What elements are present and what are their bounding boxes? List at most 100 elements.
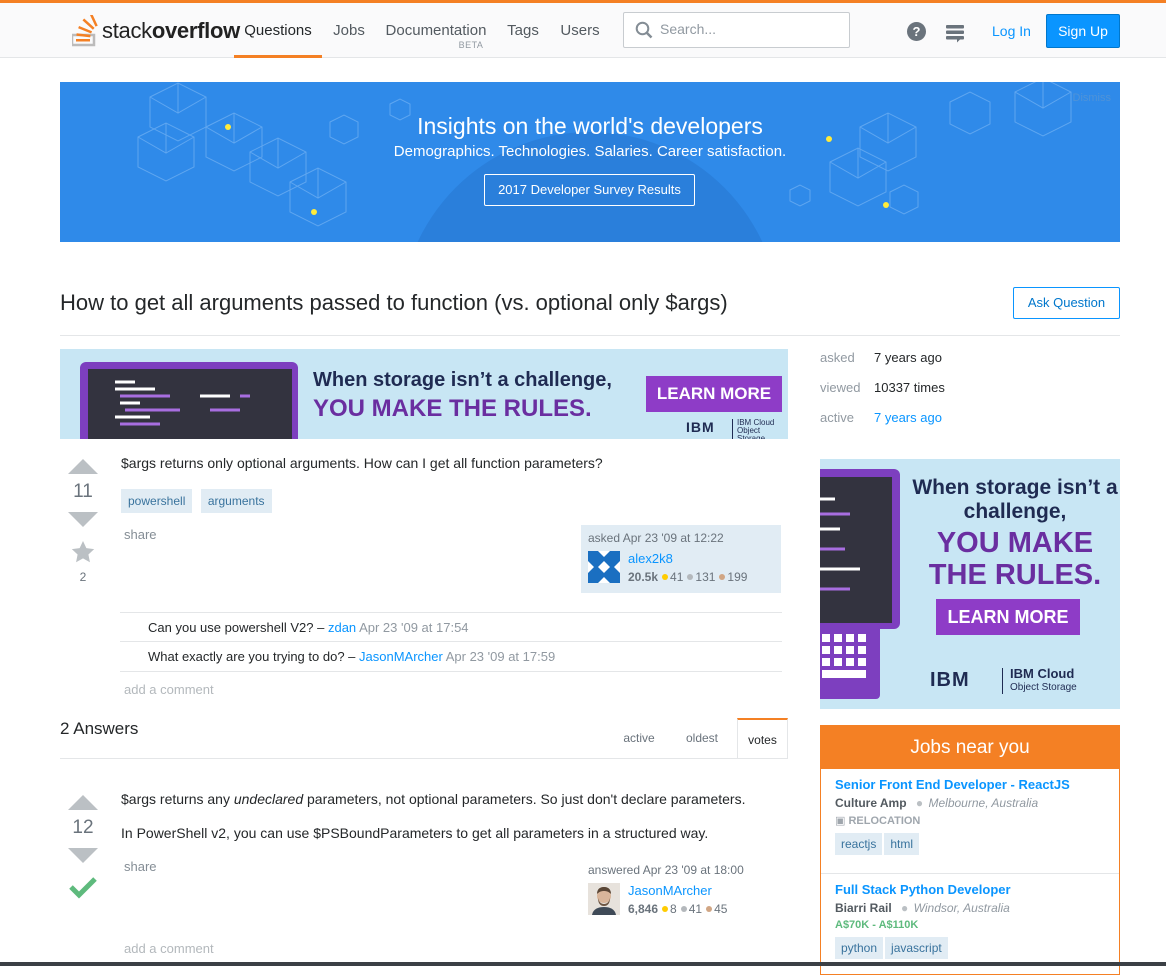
question-vote-cell: 11 2 — [60, 459, 106, 584]
search-icon — [635, 21, 653, 39]
window-bottom-edge — [0, 962, 1166, 966]
help-icon[interactable]: ? — [907, 22, 926, 41]
accepted-checkmark-icon — [69, 877, 97, 899]
question-user-card: asked Apr 23 '09 at 12:22 alex2k8 20.5k 4… — [581, 525, 781, 593]
stat-value: 7 years ago — [874, 350, 942, 365]
user-avatar-alex2k8[interactable] — [588, 551, 620, 583]
ad-headline-emphasis: YOU MAKE THE RULES. — [313, 395, 592, 422]
question-tags: powershell arguments — [121, 489, 276, 513]
stat-label: asked — [820, 350, 855, 365]
ad-learn-more-button[interactable]: LEARN MORE — [936, 599, 1080, 635]
nav-users[interactable]: Users — [550, 3, 610, 58]
ibm-logo: IBM — [686, 419, 715, 435]
job-company: Culture Amp — [835, 796, 907, 810]
survey-results-button[interactable]: 2017 Developer Survey Results — [484, 174, 695, 206]
answer-text-part: $args returns any — [121, 791, 234, 807]
ibm-product-name: IBM Cloud Object Storage — [732, 419, 788, 439]
comment-date: Apr 23 '09 at 17:59 — [445, 649, 556, 664]
job-tag-reactjs[interactable]: reactjs — [835, 833, 883, 855]
dismiss-link[interactable]: Dismiss — [1073, 92, 1112, 104]
ibm-product-line2: Object Storage — [1010, 682, 1077, 693]
ibm-product-line2: Object Storage — [737, 426, 766, 440]
question-share-link[interactable]: share — [124, 527, 157, 542]
stack-logo-icon — [72, 15, 98, 47]
favorite-star-icon[interactable] — [60, 539, 106, 570]
signup-button[interactable]: Sign Up — [1046, 14, 1120, 48]
job-company-row: Biarri Rail ● Windsor, Australia — [835, 901, 1105, 915]
nav-jobs[interactable]: Jobs — [322, 3, 376, 58]
login-link[interactable]: Log In — [992, 23, 1031, 39]
nav-documentation-label: Documentation — [385, 22, 487, 39]
job-tag-html[interactable]: html — [884, 833, 920, 855]
nav-tags-label: Tags — [507, 22, 539, 39]
ibm-sidebar-ad[interactable]: When storage isn’t a challenge, YOU MAKE… — [820, 459, 1120, 709]
top-bar: stackoverflow Questions Jobs Documentati… — [0, 0, 1166, 58]
ad-learn-more-button[interactable]: LEARN MORE — [646, 376, 782, 412]
location-pin-icon: ● — [901, 901, 909, 915]
job-tag-python[interactable]: python — [835, 937, 884, 959]
comment-user-link[interactable]: JasonMArcher — [359, 649, 443, 664]
user-link-jasonmarcher[interactable]: JasonMArcher — [628, 883, 712, 898]
job-title[interactable]: Senior Front End Developer - ReactJS — [835, 777, 1105, 792]
upvote-arrow-icon[interactable] — [68, 459, 98, 474]
nav-questions-label: Questions — [244, 22, 312, 39]
question-title[interactable]: How to get all arguments passed to funct… — [60, 290, 728, 316]
ibm-leaderboard-ad[interactable]: When storage isn’t a challenge, YOU MAKE… — [60, 349, 788, 439]
tag-arguments[interactable]: arguments — [200, 489, 272, 513]
bronze-badge-count: 45 — [714, 902, 728, 916]
logo-text-bold: overflow — [151, 18, 240, 43]
ask-question-button[interactable]: Ask Question — [1013, 287, 1120, 319]
beta-badge: BETA — [458, 40, 484, 50]
job-company: Biarri Rail — [835, 901, 892, 915]
job-perk-label: RELOCATION — [848, 815, 921, 827]
bronze-badge-icon — [719, 574, 726, 580]
answers-count-heading: 2 Answers — [60, 719, 139, 738]
reputation-score: 20.5k — [628, 570, 659, 584]
answer-user-card: answered Apr 23 '09 at 18:00 JasonMArche… — [581, 857, 781, 925]
job-listing[interactable]: Senior Front End Developer - ReactJS Cul… — [821, 769, 1119, 874]
job-tag-javascript[interactable]: javascript — [885, 937, 948, 959]
comment-user-link[interactable]: zdan — [328, 620, 356, 635]
nav-questions[interactable]: Questions — [234, 3, 322, 58]
answer-share-link[interactable]: share — [124, 859, 157, 874]
stack-exchange-icon[interactable] — [945, 23, 965, 43]
sort-tab-oldest[interactable]: oldest — [671, 718, 733, 759]
ad-headline: When storage isn’t a challenge, — [912, 476, 1118, 523]
job-salary: A$70K - A$110K — [835, 919, 919, 931]
sort-tab-active[interactable]: active — [611, 718, 667, 759]
upvote-arrow-icon[interactable] — [68, 795, 98, 810]
stat-row-viewed: viewed 10337 times — [820, 380, 945, 410]
ad-headline: When storage isn’t a challenge, — [313, 369, 612, 391]
question-add-comment-link[interactable]: add a comment — [124, 682, 214, 697]
answer-add-comment-link[interactable]: add a comment — [124, 941, 214, 956]
nav-documentation[interactable]: Documentation BETA — [376, 3, 496, 58]
nav-tags[interactable]: Tags — [496, 3, 550, 58]
asked-timestamp: asked Apr 23 '09 at 12:22 — [588, 531, 724, 545]
user-reputation-row: 20.5k 41 131 199 — [628, 570, 747, 584]
tag-powershell[interactable]: powershell — [121, 489, 193, 513]
user-link-alex2k8[interactable]: alex2k8 — [628, 551, 673, 566]
stat-row-active: active 7 years ago — [820, 410, 945, 440]
location-pin-icon: ● — [915, 796, 924, 810]
bronze-badge-icon — [706, 906, 713, 912]
job-title[interactable]: Full Stack Python Developer — [835, 882, 1105, 897]
downvote-arrow-icon[interactable] — [68, 848, 98, 863]
search-input[interactable] — [660, 21, 840, 37]
stat-value: 10337 times — [874, 380, 945, 395]
banner-title: Insights on the world's developers — [417, 113, 763, 139]
search-box[interactable] — [623, 12, 850, 48]
title-divider — [60, 335, 1120, 336]
jobs-heading: Jobs near you — [821, 725, 1119, 769]
silver-badge-icon — [687, 574, 694, 580]
downvote-arrow-icon[interactable] — [68, 512, 98, 527]
question-stats: asked 7 years ago viewed 10337 times activ… — [820, 350, 945, 440]
question-vote-count: 11 — [73, 481, 93, 502]
user-avatar-jasonmarcher[interactable] — [588, 883, 620, 915]
favorite-count: 2 — [79, 570, 87, 584]
banner-hexagon-pattern — [137, 82, 1072, 242]
job-location: Melbourne, Australia — [928, 796, 1039, 810]
reputation-score: 6,846 — [628, 902, 659, 916]
sort-tab-votes[interactable]: votes — [737, 718, 788, 759]
stackoverflow-logo[interactable]: stackoverflow — [72, 15, 240, 47]
gold-badge-icon — [662, 574, 669, 580]
